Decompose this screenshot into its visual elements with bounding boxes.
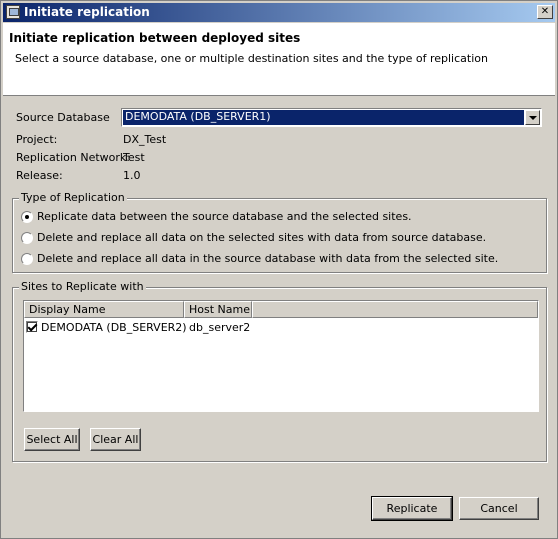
- project-label: Project:: [16, 133, 58, 146]
- network-value: Test: [123, 151, 145, 164]
- source-database-label: Source Database: [16, 111, 110, 124]
- replication-type-legend: Type of Replication: [19, 191, 127, 204]
- cancel-button[interactable]: Cancel: [459, 497, 539, 520]
- source-database-select[interactable]: DEMODATA (DB_SERVER1): [121, 108, 542, 127]
- site-display-name: DEMODATA (DB_SERVER2): [41, 321, 187, 334]
- table-header: Display Name Host Name: [24, 301, 538, 318]
- chevron-down-icon[interactable]: [525, 110, 540, 125]
- radio-label: Replicate data between the source databa…: [37, 210, 412, 223]
- project-value: DX_Test: [123, 133, 167, 146]
- header-banner: Initiate replication between deployed si…: [3, 23, 555, 96]
- radio-button[interactable]: [21, 253, 33, 265]
- banner-description: Select a source database, one or multipl…: [15, 52, 488, 65]
- table-row[interactable]: DEMODATA (DB_SERVER2) db_server2: [24, 320, 538, 336]
- release-value: 1.0: [123, 169, 141, 182]
- column-header-host-name[interactable]: Host Name: [184, 301, 252, 318]
- sites-legend: Sites to Replicate with: [19, 280, 146, 293]
- close-icon[interactable]: ✕: [537, 5, 553, 19]
- banner-heading: Initiate replication between deployed si…: [9, 31, 301, 45]
- release-label: Release:: [16, 169, 63, 182]
- source-database-value: DEMODATA (DB_SERVER1): [123, 110, 524, 125]
- radio-button[interactable]: [21, 232, 33, 244]
- radio-label: Delete and replace all data on the selec…: [37, 231, 487, 244]
- site-checkbox[interactable]: [26, 321, 38, 333]
- window-title: Initiate replication: [24, 5, 150, 19]
- sites-table[interactable]: Display Name Host Name DEMODATA (DB_SERV…: [23, 300, 539, 412]
- clear-all-button[interactable]: Clear All: [90, 428, 141, 451]
- site-host-name: db_server2: [189, 321, 251, 334]
- sites-group: Sites to Replicate with Display Name Hos…: [12, 280, 547, 462]
- column-header-empty: [252, 301, 538, 318]
- network-label: Replication Network:: [16, 151, 131, 164]
- column-header-display-name[interactable]: Display Name: [24, 301, 184, 318]
- dialog-window: Initiate replication ✕ Initiate replicat…: [0, 0, 558, 539]
- replicate-button[interactable]: Replicate: [371, 496, 453, 521]
- radio-button[interactable]: [21, 211, 33, 223]
- radio-label: Delete and replace all data in the sourc…: [37, 252, 499, 265]
- app-icon: [6, 5, 20, 19]
- select-all-button[interactable]: Select All: [24, 428, 80, 451]
- replication-type-group: Type of Replication Replicate data betwe…: [12, 191, 547, 273]
- title-bar[interactable]: Initiate replication ✕: [3, 3, 555, 22]
